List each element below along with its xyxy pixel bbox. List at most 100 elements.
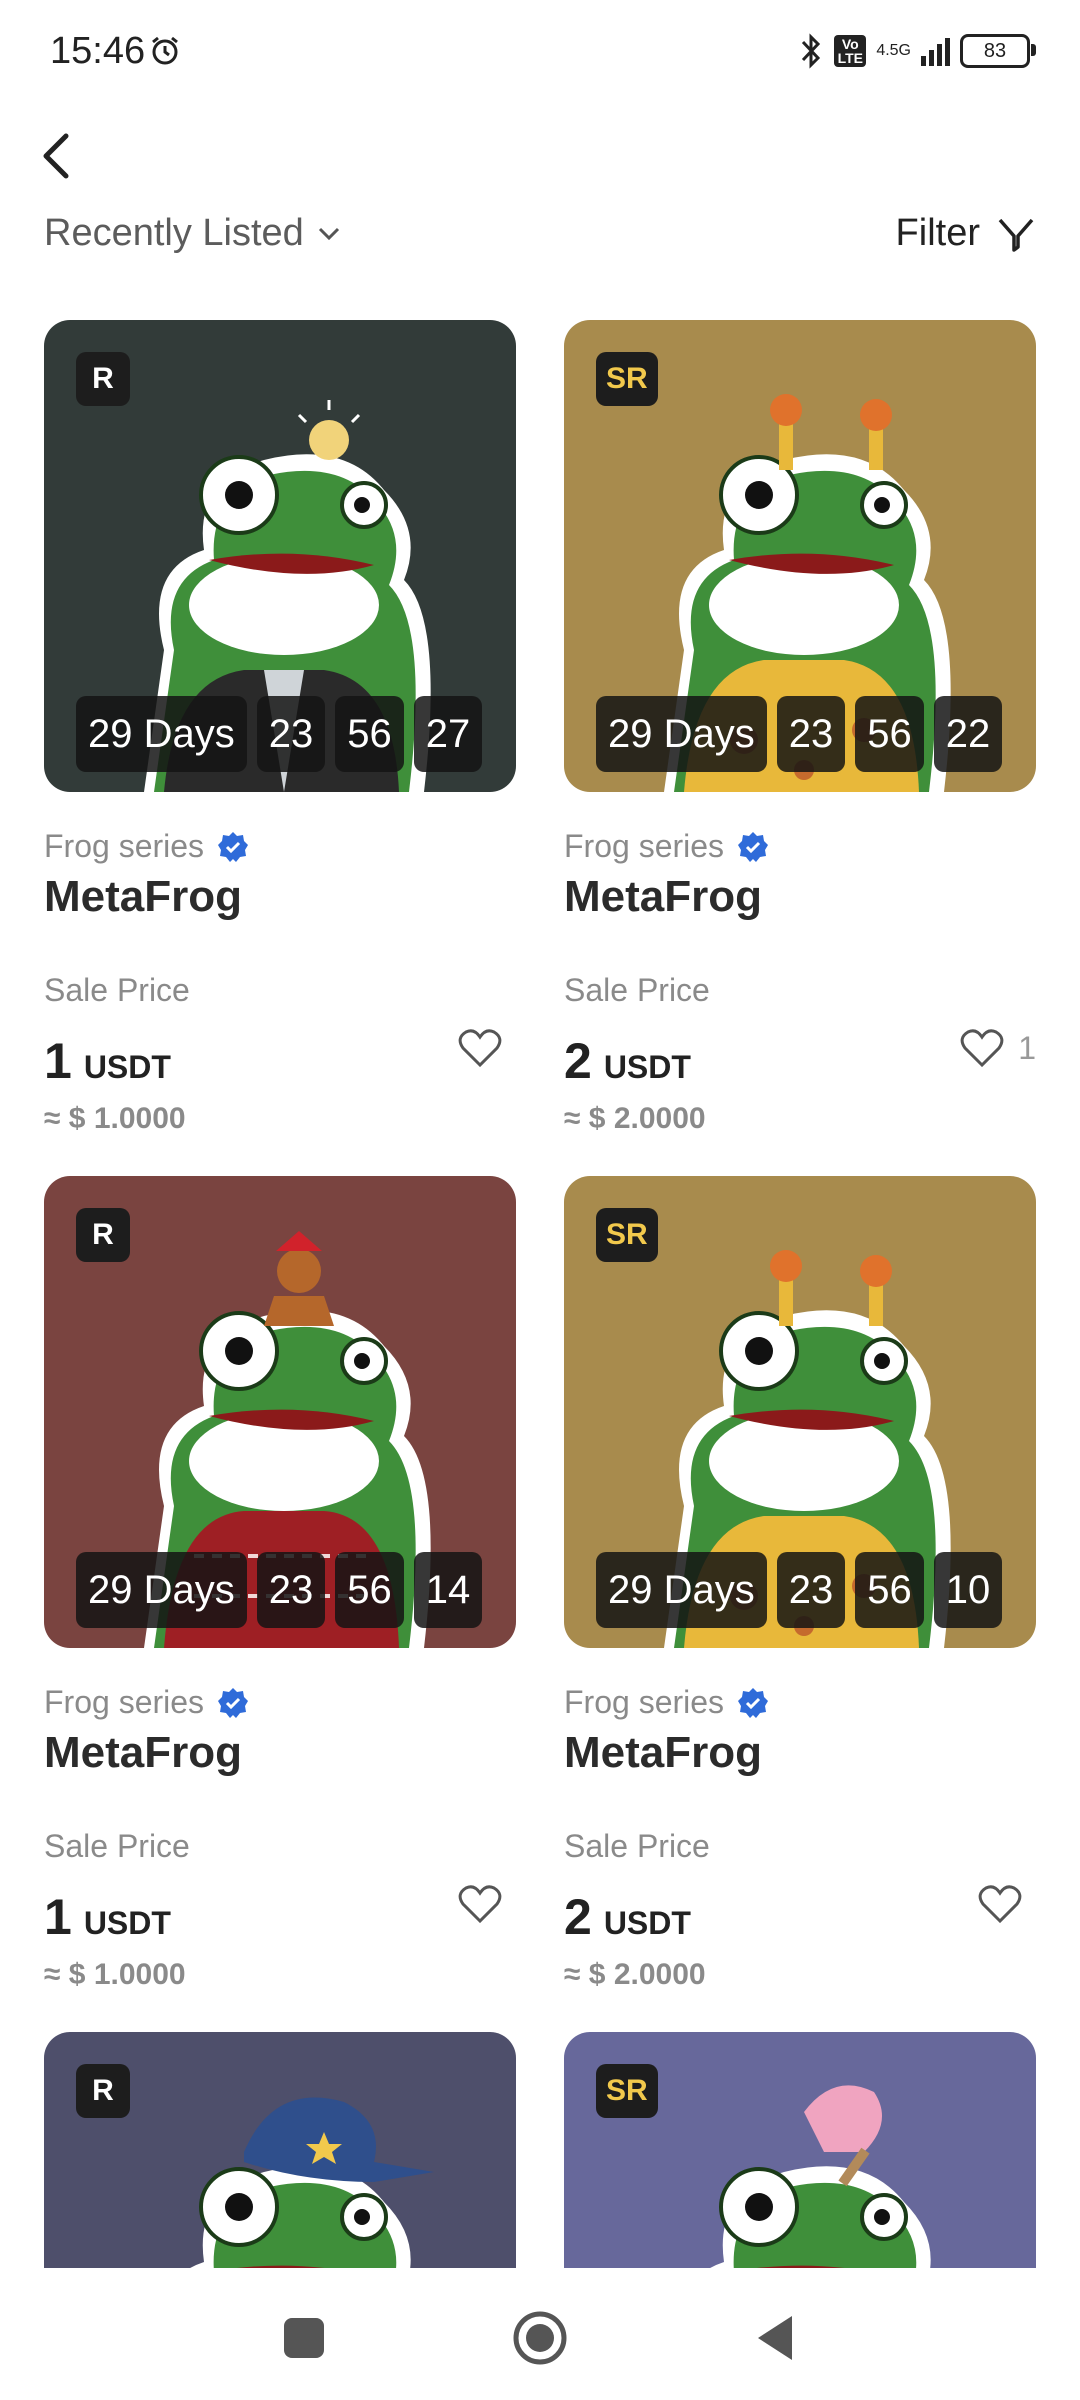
- recent-apps-icon[interactable]: [276, 2310, 332, 2366]
- price: 1 USDT: [44, 1888, 171, 1946]
- timer-days: 29 Days: [76, 696, 247, 772]
- timer-minutes: 56: [335, 1552, 404, 1628]
- nft-image[interactable]: SR 29 Days 23 56 22: [564, 320, 1036, 792]
- nft-card[interactable]: SR 29 Days 23 56 10 Frog series MetaFrog…: [564, 1176, 1036, 1991]
- timer-seconds: 14: [413, 1552, 483, 1628]
- series-row: Frog series: [44, 1684, 250, 1721]
- timer-hours: 23: [256, 696, 326, 772]
- like-count: 1: [1018, 1029, 1036, 1066]
- like-button[interactable]: [458, 1028, 516, 1068]
- series-label: Frog series: [44, 828, 205, 864]
- nft-name: MetaFrog: [44, 1728, 242, 1777]
- sort-label: Recently Listed: [44, 212, 304, 254]
- nft-card[interactable]: R 29 Days 23 56 14 Frog series MetaFrog …: [44, 1176, 516, 1991]
- price: 1 USDT: [44, 1032, 171, 1090]
- nft-card[interactable]: SR 29 Days 23 56 22 Frog series MetaFrog…: [564, 320, 1036, 1135]
- usd-equivalent: ≈ $ 1.0000: [44, 1102, 186, 1135]
- series-label: Frog series: [564, 1684, 725, 1720]
- price-value: 2: [564, 1033, 592, 1089]
- nft-name: MetaFrog: [564, 872, 762, 921]
- rarity-badge: SR: [596, 352, 658, 406]
- verified-icon: [218, 1687, 249, 1718]
- chevron-down-icon: [318, 227, 339, 240]
- nft-name: MetaFrog: [564, 1728, 762, 1777]
- nft-card[interactable]: SR: [564, 2032, 1036, 2268]
- rarity-badge: R: [76, 2064, 130, 2118]
- nft-image[interactable]: SR: [564, 2032, 1036, 2268]
- back-triangle-icon[interactable]: [748, 2310, 804, 2366]
- rarity-badge: SR: [596, 1208, 658, 1262]
- home-icon[interactable]: [512, 2310, 568, 2366]
- series-label: Frog series: [564, 828, 725, 864]
- countdown-timer: 29 Days 23 56 14: [76, 1552, 483, 1628]
- sale-price-label: Sale Price: [44, 1828, 190, 1864]
- verified-icon: [218, 831, 249, 862]
- network-type: 4.5G: [876, 42, 911, 59]
- heart-icon: [978, 1885, 1022, 1924]
- like-button[interactable]: [978, 1884, 1036, 1924]
- verified-icon: [738, 831, 769, 862]
- battery-level: 83: [983, 39, 1007, 62]
- filter-icon: [998, 218, 1034, 252]
- sort-dropdown[interactable]: Recently Listed: [44, 212, 340, 255]
- rarity-badge: R: [76, 1208, 130, 1262]
- signal-icon: [921, 36, 950, 66]
- nft-image[interactable]: R 29 Days 23 56 14: [44, 1176, 516, 1648]
- system-nav-bar: [0, 2276, 1080, 2400]
- filter-button[interactable]: Filter: [896, 212, 1036, 255]
- countdown-timer: 29 Days 23 56 10: [596, 1552, 1003, 1628]
- timer-seconds: 10: [933, 1552, 1003, 1628]
- timer-hours: 23: [256, 1552, 326, 1628]
- timer-minutes: 56: [855, 696, 924, 772]
- heart-icon: [458, 1885, 502, 1924]
- usd-equivalent: ≈ $ 2.0000: [564, 1102, 706, 1135]
- nft-card[interactable]: R: [44, 2032, 516, 2268]
- heart-icon: [458, 1029, 502, 1068]
- rarity-badge: SR: [596, 2064, 658, 2118]
- price: 2 USDT: [564, 1888, 691, 1946]
- heart-icon: [960, 1029, 1004, 1068]
- series-row: Frog series: [564, 1684, 770, 1721]
- alarm-icon: [152, 36, 178, 65]
- rarity-badge: R: [76, 352, 130, 406]
- countdown-timer: 29 Days 23 56 22: [596, 696, 1003, 772]
- usd-equivalent: ≈ $ 1.0000: [44, 1958, 186, 1991]
- timer-minutes: 56: [335, 696, 404, 772]
- timer-seconds: 27: [413, 696, 483, 772]
- like-button[interactable]: 1: [960, 1028, 1036, 1068]
- timer-days: 29 Days: [596, 1552, 767, 1628]
- status-icons: Vo LTE 4.5G 83: [798, 32, 1036, 70]
- volte-icon: Vo LTE: [834, 35, 867, 67]
- back-arrow-icon[interactable]: [36, 128, 76, 184]
- status-bar: 15:46 Vo LTE 4.5G 83: [0, 0, 1080, 110]
- usd-equivalent: ≈ $ 2.0000: [564, 1958, 706, 1991]
- price: 2 USDT: [564, 1032, 691, 1090]
- price-unit: USDT: [83, 1049, 171, 1085]
- series-label: Frog series: [44, 1684, 205, 1720]
- nft-image[interactable]: SR 29 Days 23 56 10: [564, 1176, 1036, 1648]
- timer-hours: 23: [776, 1552, 846, 1628]
- countdown-timer: 29 Days 23 56 27: [76, 696, 483, 772]
- timer-hours: 23: [776, 696, 846, 772]
- sale-price-label: Sale Price: [564, 1828, 710, 1864]
- bluetooth-icon: [802, 33, 821, 69]
- timer-days: 29 Days: [76, 1552, 247, 1628]
- price-unit: USDT: [83, 1905, 171, 1941]
- status-time: 15:46: [50, 30, 146, 72]
- sale-price-label: Sale Price: [44, 972, 190, 1008]
- timer-seconds: 22: [933, 696, 1003, 772]
- verified-icon: [738, 1687, 769, 1718]
- series-row: Frog series: [564, 828, 770, 865]
- price-value: 1: [44, 1889, 72, 1945]
- timer-minutes: 56: [855, 1552, 924, 1628]
- price-unit: USDT: [603, 1049, 691, 1085]
- series-row: Frog series: [44, 828, 250, 865]
- nft-image[interactable]: R: [44, 2032, 516, 2268]
- nft-card[interactable]: R 29 Days 23 56 27 Frog series MetaFrog …: [44, 320, 516, 1135]
- timer-days: 29 Days: [596, 696, 767, 772]
- nft-image[interactable]: R 29 Days 23 56 27: [44, 320, 516, 792]
- filter-label: Filter: [895, 212, 980, 254]
- like-button[interactable]: [458, 1884, 516, 1924]
- price-value: 1: [44, 1033, 72, 1089]
- battery-icon: 83: [960, 34, 1036, 68]
